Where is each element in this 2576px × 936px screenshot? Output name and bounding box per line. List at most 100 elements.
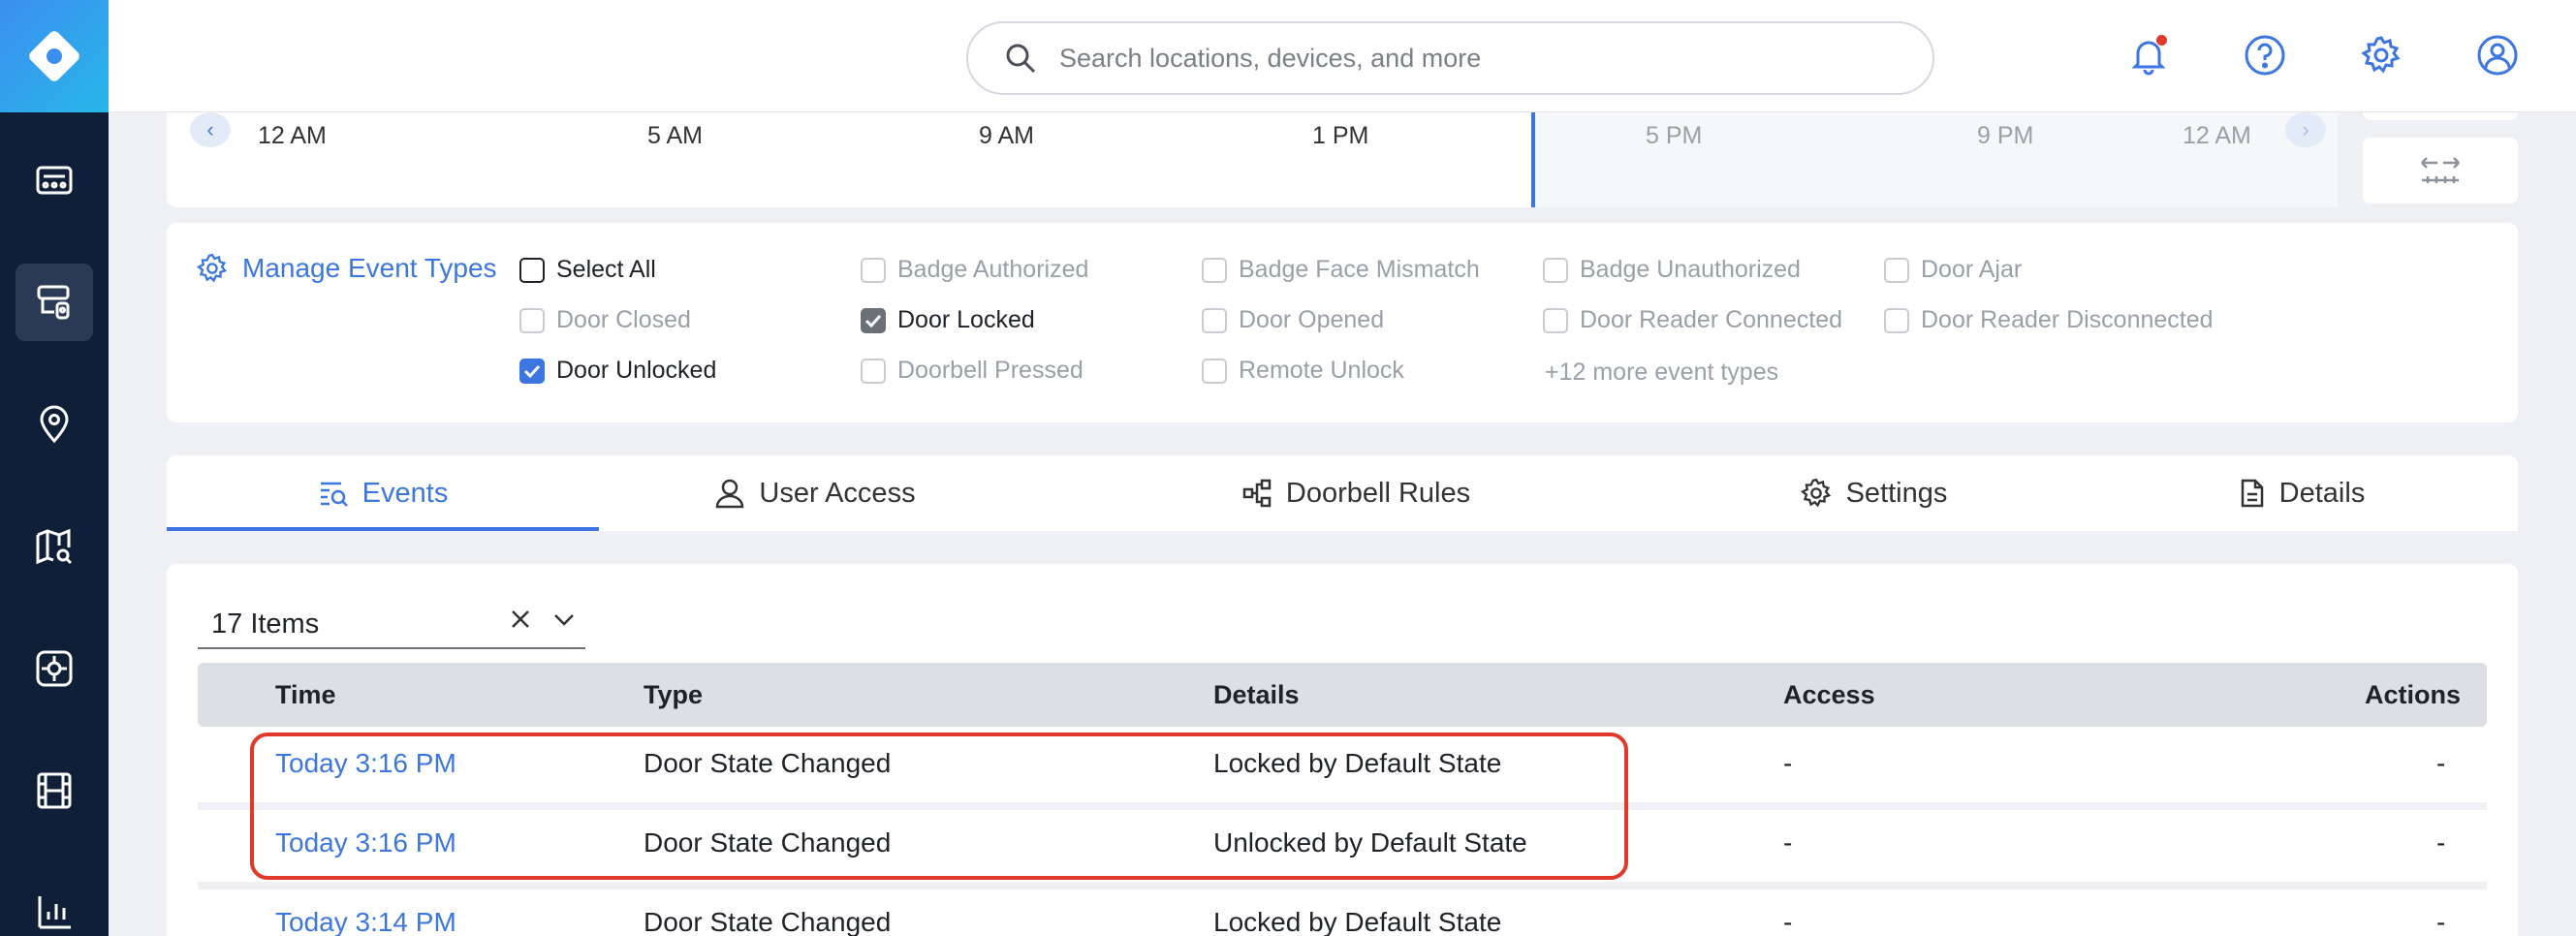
- timeline-current-time-marker: [1531, 112, 1535, 207]
- event-actions: -: [2436, 827, 2446, 858]
- workflow-icon: [1242, 479, 1272, 508]
- search-icon: [1006, 44, 1036, 74]
- timeline-side-card: [2363, 112, 2518, 120]
- checkmark-icon: [523, 364, 541, 378]
- checkbox-label: Doorbell Pressed: [897, 357, 1084, 384]
- tab-details[interactable]: Details: [2086, 455, 2518, 531]
- checkbox-box[interactable]: [519, 307, 545, 333]
- items-count-label: 17 Items: [211, 608, 320, 640]
- sidebar: [0, 0, 109, 936]
- event-access: -: [1783, 748, 1793, 778]
- sidebar-item-locations[interactable]: [16, 386, 93, 463]
- checkbox-label: Remote Unlock: [1239, 357, 1404, 384]
- checkbox-box[interactable]: [1202, 257, 1227, 283]
- checkbox-door-reader-connected[interactable]: Door Reader Connected: [1543, 306, 1842, 334]
- checkbox-door-unlocked[interactable]: Door Unlocked: [519, 357, 716, 385]
- timeline-next-button[interactable]: ›: [2285, 112, 2326, 147]
- checkbox-box[interactable]: [1884, 307, 1909, 333]
- search-bar[interactable]: [966, 21, 1934, 95]
- tab-doorbell-rules[interactable]: Doorbell Rules: [1140, 455, 1572, 531]
- checkbox-door-opened[interactable]: Door Opened: [1202, 306, 1384, 334]
- device-hub-icon: [36, 650, 73, 687]
- sidebar-item-video[interactable]: [16, 752, 93, 829]
- gear-icon: [1800, 478, 1831, 508]
- row-divider: [198, 882, 2487, 889]
- user-profile-button[interactable]: [2471, 29, 2524, 81]
- event-timeline[interactable]: ‹ › 12 AM 5 AM 9 AM 1 PM 5 PM 9 PM 12 AM: [167, 112, 2338, 207]
- event-type-filters: Manage Event Types Select All Badge Auth…: [167, 223, 2518, 422]
- checkbox-box[interactable]: [1202, 307, 1227, 333]
- table-row[interactable]: Today 3:16 PM Door State Changed Unlocke…: [198, 810, 2487, 882]
- bar-chart-icon: [38, 896, 71, 929]
- table-row[interactable]: Today 3:14 PM Door State Changed Locked …: [198, 889, 2487, 936]
- tab-user-access[interactable]: User Access: [599, 455, 1031, 531]
- settings-button[interactable]: [2355, 29, 2407, 81]
- checkbox-box[interactable]: [1202, 358, 1227, 384]
- checkbox-doorbell-pressed[interactable]: Doorbell Pressed: [861, 357, 1084, 385]
- checkbox-remote-unlock[interactable]: Remote Unlock: [1202, 357, 1404, 385]
- checkbox-box[interactable]: [861, 358, 886, 384]
- checkbox-box[interactable]: [519, 358, 545, 384]
- notifications-button[interactable]: [2122, 29, 2175, 81]
- help-icon: [2245, 35, 2285, 76]
- sidebar-item-devices[interactable]: [16, 630, 93, 707]
- checkbox-box[interactable]: [1543, 257, 1568, 283]
- checkbox-door-ajar[interactable]: Door Ajar: [1884, 256, 2022, 284]
- app-logo[interactable]: [0, 0, 109, 112]
- items-count-select[interactable]: 17 Items: [198, 601, 585, 649]
- search-input[interactable]: [1059, 43, 1893, 74]
- timeline-prev-button[interactable]: ‹: [190, 112, 231, 147]
- column-header-access[interactable]: Access: [1783, 680, 1875, 710]
- column-header-time[interactable]: Time: [275, 680, 336, 710]
- sidebar-item-access-control[interactable]: [16, 264, 93, 341]
- table-row[interactable]: Today 3:16 PM Door State Changed Locked …: [198, 731, 2487, 802]
- sidebar-item-reports[interactable]: [16, 874, 93, 936]
- timeline-label: 5 PM: [1646, 122, 1703, 149]
- checkbox-badge-face-mismatch[interactable]: Badge Face Mismatch: [1202, 256, 1480, 284]
- checkbox-box[interactable]: [1884, 257, 1909, 283]
- checkbox-select-all[interactable]: Select All: [519, 256, 656, 284]
- checkbox-box[interactable]: [861, 257, 886, 283]
- more-event-types-link[interactable]: +12 more event types: [1545, 359, 1778, 387]
- event-type: Door State Changed: [644, 827, 892, 858]
- checkbox-door-reader-disconnected[interactable]: Door Reader Disconnected: [1884, 306, 2214, 334]
- map-search-icon: [36, 528, 73, 565]
- event-details: Locked by Default State: [1213, 907, 1502, 936]
- tab-events[interactable]: Events: [167, 455, 599, 531]
- checkmark-icon: [864, 314, 882, 328]
- sidebar-item-dashboard[interactable]: [16, 141, 93, 219]
- user-icon: [716, 479, 744, 509]
- checkbox-label: Badge Face Mismatch: [1239, 256, 1480, 283]
- checkbox-door-locked[interactable]: Door Locked: [861, 306, 1035, 334]
- sidebar-item-map-search[interactable]: [16, 508, 93, 585]
- list-search-icon: [320, 482, 348, 507]
- event-time-link[interactable]: Today 3:16 PM: [275, 827, 456, 858]
- notification-dot: [2156, 35, 2167, 46]
- checkbox-box[interactable]: [1543, 307, 1568, 333]
- event-time-link[interactable]: Today 3:16 PM: [275, 748, 456, 779]
- door-access-icon: [37, 285, 70, 320]
- checkbox-box[interactable]: [519, 257, 545, 283]
- chevron-down-icon[interactable]: [552, 611, 576, 627]
- tab-settings[interactable]: Settings: [1657, 455, 2089, 531]
- expand-horizontal-icon: [2421, 157, 2460, 183]
- column-header-type[interactable]: Type: [644, 680, 703, 710]
- event-access: -: [1783, 827, 1793, 858]
- checkbox-badge-unauthorized[interactable]: Badge Unauthorized: [1543, 256, 1801, 284]
- chevron-left-icon: ‹: [206, 117, 214, 141]
- event-time-link[interactable]: Today 3:14 PM: [275, 907, 456, 936]
- checkbox-box[interactable]: [861, 307, 886, 333]
- checkbox-door-closed[interactable]: Door Closed: [519, 306, 691, 334]
- help-button[interactable]: [2239, 29, 2291, 81]
- checkbox-badge-authorized[interactable]: Badge Authorized: [861, 256, 1088, 284]
- tab-label: Doorbell Rules: [1285, 477, 1471, 509]
- event-actions: -: [2436, 907, 2446, 936]
- chevron-right-icon: ›: [2302, 117, 2309, 141]
- manage-event-types-link[interactable]: Manage Event Types: [196, 252, 497, 285]
- column-header-details[interactable]: Details: [1213, 680, 1300, 710]
- timeline-expand-button[interactable]: [2363, 138, 2518, 203]
- clear-icon[interactable]: [510, 608, 531, 630]
- checkbox-label: Door Opened: [1239, 306, 1385, 333]
- timeline-label: 5 AM: [647, 122, 703, 149]
- document-icon: [2241, 479, 2263, 508]
